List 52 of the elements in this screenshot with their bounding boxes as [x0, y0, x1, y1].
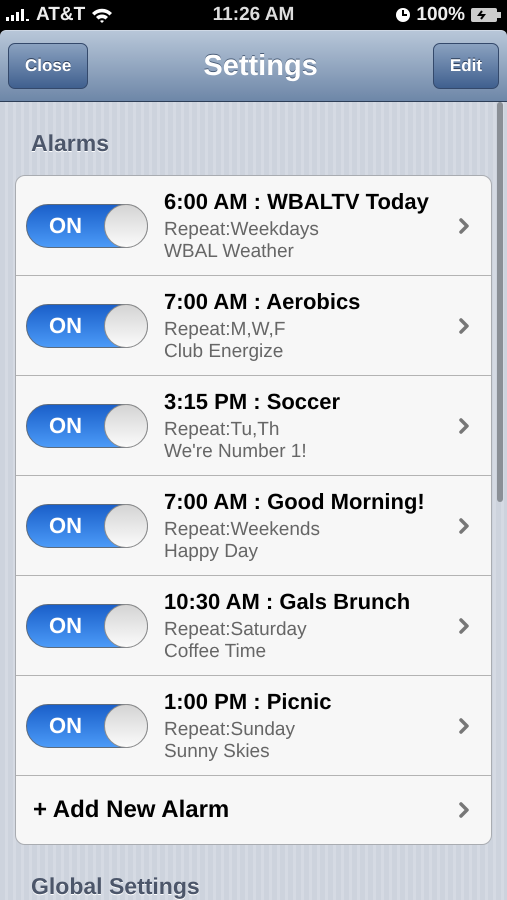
toggle-switch[interactable]: ON: [26, 504, 148, 548]
alarm-label: Club Energize: [164, 340, 284, 362]
toggle-switch[interactable]: ON: [26, 204, 148, 248]
toggle-switch[interactable]: ON: [26, 304, 148, 348]
alarm-row[interactable]: ON 3:15 PM : Soccer Repeat:Tu,Th We're Number 1!: [16, 376, 491, 476]
section-header: Global Settings: [30, 872, 201, 900]
alarm-title: 7:00 AM : Aerobics: [164, 288, 362, 314]
alarm-label: Happy Day: [164, 540, 259, 562]
alarm-repeat: Repeat:Saturday: [164, 618, 308, 640]
alarm-title: 1:00 PM : Picnic: [164, 688, 333, 714]
alarm-row[interactable]: ON 7:00 AM : Good Morning! Repeat:Weekends Happy Day: [16, 476, 491, 576]
alarm-title: 6:00 AM : WBALTV Today: [164, 188, 430, 214]
clock-icon: [396, 8, 410, 22]
alarm-row[interactable]: ON 6:00 AM : WBALTV Today Repeat:Weekdays WBAL Weather: [16, 176, 491, 276]
screen-title: Settings: [203, 50, 318, 82]
scrollbar[interactable]: [497, 102, 503, 502]
toggle-switch[interactable]: ON: [26, 604, 148, 648]
status-time: 11:26 AM: [212, 4, 294, 26]
alarm-label: Coffee Time: [164, 640, 268, 662]
battery-icon: [470, 8, 501, 22]
alarm-title: 7:00 AM : Good Morning!: [164, 488, 426, 514]
alarm-repeat: Repeat:M,W,F: [164, 318, 286, 340]
section-header: Alarms: [30, 129, 110, 158]
alarm-row[interactable]: ON 7:00 AM : Aerobics Repeat:M,W,F Club Energize: [16, 276, 491, 376]
edit-button[interactable]: Edit: [432, 43, 499, 89]
chevron-icon: [459, 618, 469, 634]
alarm-repeat: Repeat:Tu,Th: [164, 418, 280, 440]
wifi-icon: [91, 7, 114, 23]
signal-icon: [6, 9, 30, 21]
alarm-row[interactable]: ON 1:00 PM : Picnic Repeat:Sunday Sunny Skies: [16, 676, 491, 776]
alarm-title: 3:15 PM : Soccer: [164, 388, 342, 414]
toggle-switch[interactable]: ON: [26, 704, 148, 748]
alarm-repeat: Repeat:Sunday: [164, 718, 296, 740]
alarm-title: 10:30 AM : Gals Brunch: [164, 588, 412, 614]
alarm-row[interactable]: ON 10:30 AM : Gals Brunch Repeat:Saturday Coffee Time: [16, 576, 491, 676]
alarm-label: WBAL Weather: [164, 240, 295, 262]
chevron-icon: [459, 218, 469, 234]
toggle-switch[interactable]: ON: [26, 404, 148, 448]
chevron-icon: [459, 718, 469, 734]
add-alarm-row[interactable]: + Add New Alarm: [16, 776, 491, 844]
alarm-repeat: Repeat:Weekdays: [164, 218, 320, 240]
close-button[interactable]: Close: [8, 43, 88, 89]
chevron-icon: [459, 418, 469, 434]
battery-percent: 100%: [416, 4, 465, 26]
chevron-icon: [459, 318, 469, 334]
add-alarm-label: + Add New Alarm: [33, 796, 230, 824]
chevron-icon: [459, 802, 469, 818]
chevron-icon: [459, 518, 469, 534]
alarm-repeat: Repeat:Weekends: [164, 518, 321, 540]
alarm-label: We're Number 1!: [164, 440, 308, 462]
alarm-label: Sunny Skies: [164, 740, 271, 762]
carrier-name: AT&T: [36, 4, 86, 26]
